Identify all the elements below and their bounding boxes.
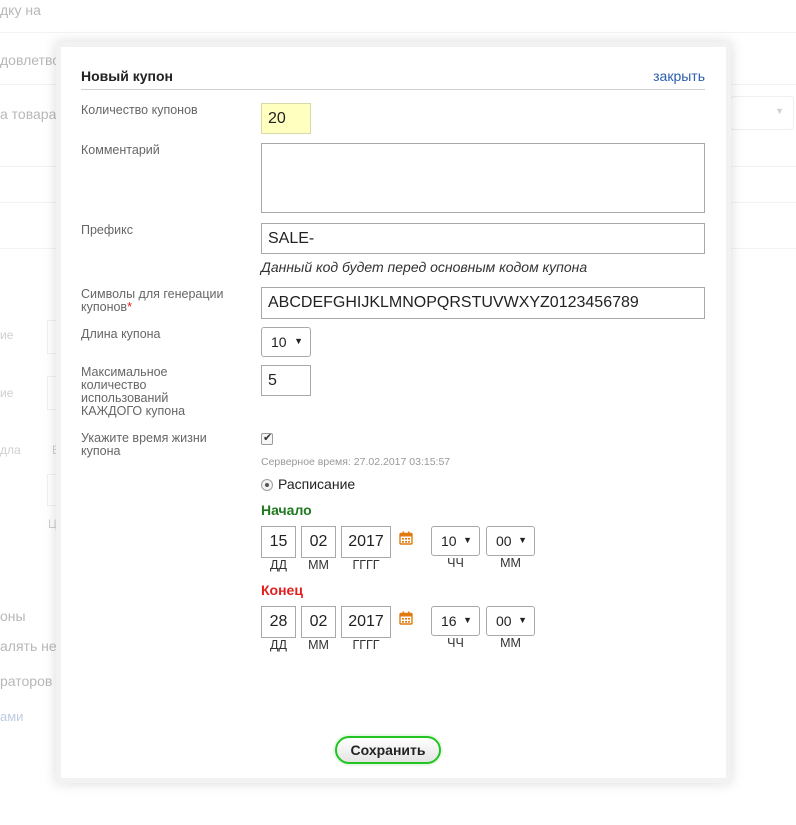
close-link[interactable]: закрыть: [653, 68, 705, 84]
schedule-radio[interactable]: [261, 479, 273, 491]
symbols-label: Символы для генерации купонов*: [81, 288, 251, 314]
dialog-title: Новый купон: [81, 68, 173, 84]
month-unit-label: ММ: [308, 638, 329, 652]
end-month-input[interactable]: 02: [301, 606, 336, 638]
day-unit-label: ДД: [270, 558, 287, 572]
month-unit-label: ММ: [308, 558, 329, 572]
comment-label: Комментарий: [81, 143, 160, 157]
start-year-input[interactable]: 2017: [341, 526, 391, 558]
dropdown-arrow-icon: ▼: [463, 615, 472, 625]
end-day-input[interactable]: 28: [261, 606, 296, 638]
calendar-icon[interactable]: [399, 531, 413, 545]
minute-unit-label: ММ: [500, 636, 521, 650]
dropdown-arrow-icon: ▼: [518, 535, 527, 545]
dropdown-arrow-icon: ▼: [294, 336, 303, 346]
calendar-icon[interactable]: [399, 611, 413, 625]
coupon-length-value: 10: [271, 334, 287, 350]
symbols-label-text: Символы для генерации купонов: [81, 287, 224, 314]
prefix-input[interactable]: [261, 223, 705, 254]
year-unit-label: ГГГГ: [352, 558, 380, 572]
hour-unit-label: ЧЧ: [447, 556, 464, 570]
end-minute-select[interactable]: 00 ▼: [486, 606, 535, 636]
end-hour-select[interactable]: 16 ▼: [431, 606, 480, 636]
schedule-radio-label: Расписание: [278, 476, 356, 492]
coupon-length-select[interactable]: 10 ▼: [261, 327, 311, 357]
year-unit-label: ГГГГ: [352, 638, 380, 652]
max-uses-label: Максимальное количество использований КА…: [81, 366, 185, 418]
hour-unit-label: ЧЧ: [447, 636, 464, 650]
count-label: Количество купонов: [81, 103, 198, 117]
dropdown-arrow-icon: ▼: [518, 615, 527, 625]
title-divider: [81, 89, 705, 90]
start-minute-select[interactable]: 00 ▼: [486, 526, 535, 556]
minute-unit-label: ММ: [500, 556, 521, 570]
start-day-input[interactable]: 15: [261, 526, 296, 558]
day-unit-label: ДД: [270, 638, 287, 652]
start-hour-value: 10: [441, 533, 457, 549]
max-uses-input[interactable]: [261, 365, 311, 396]
end-hour-value: 16: [441, 613, 457, 629]
max-uses-label-line: КАЖДОГО купона: [81, 404, 186, 418]
comment-textarea[interactable]: [261, 143, 705, 213]
start-hour-select[interactable]: 10 ▼: [431, 526, 480, 556]
start-title: Начало: [261, 502, 312, 518]
prefix-hint: Данный код будет перед основным кодом ку…: [261, 259, 588, 275]
server-time: Серверное время: 27.02.2017 03:15:57: [261, 456, 451, 468]
new-coupon-dialog: Новый купон закрыть Количество купонов К…: [61, 47, 726, 778]
save-button[interactable]: Сохранить: [335, 736, 441, 764]
length-label: Длина купона: [81, 327, 161, 341]
start-month-input[interactable]: 02: [301, 526, 336, 558]
lifetime-checkbox[interactable]: [261, 431, 273, 445]
end-minute-value: 00: [496, 613, 512, 629]
symbols-input[interactable]: [261, 287, 705, 319]
lifetime-label: Укажите время жизни купона: [81, 431, 207, 458]
required-mark: *: [127, 300, 132, 314]
end-year-input[interactable]: 2017: [341, 606, 391, 638]
coupon-count-input[interactable]: [261, 103, 311, 134]
end-title: Конец: [261, 582, 303, 598]
start-minute-value: 00: [496, 533, 512, 549]
prefix-label: Префикс: [81, 223, 134, 237]
dropdown-arrow-icon: ▼: [463, 535, 472, 545]
